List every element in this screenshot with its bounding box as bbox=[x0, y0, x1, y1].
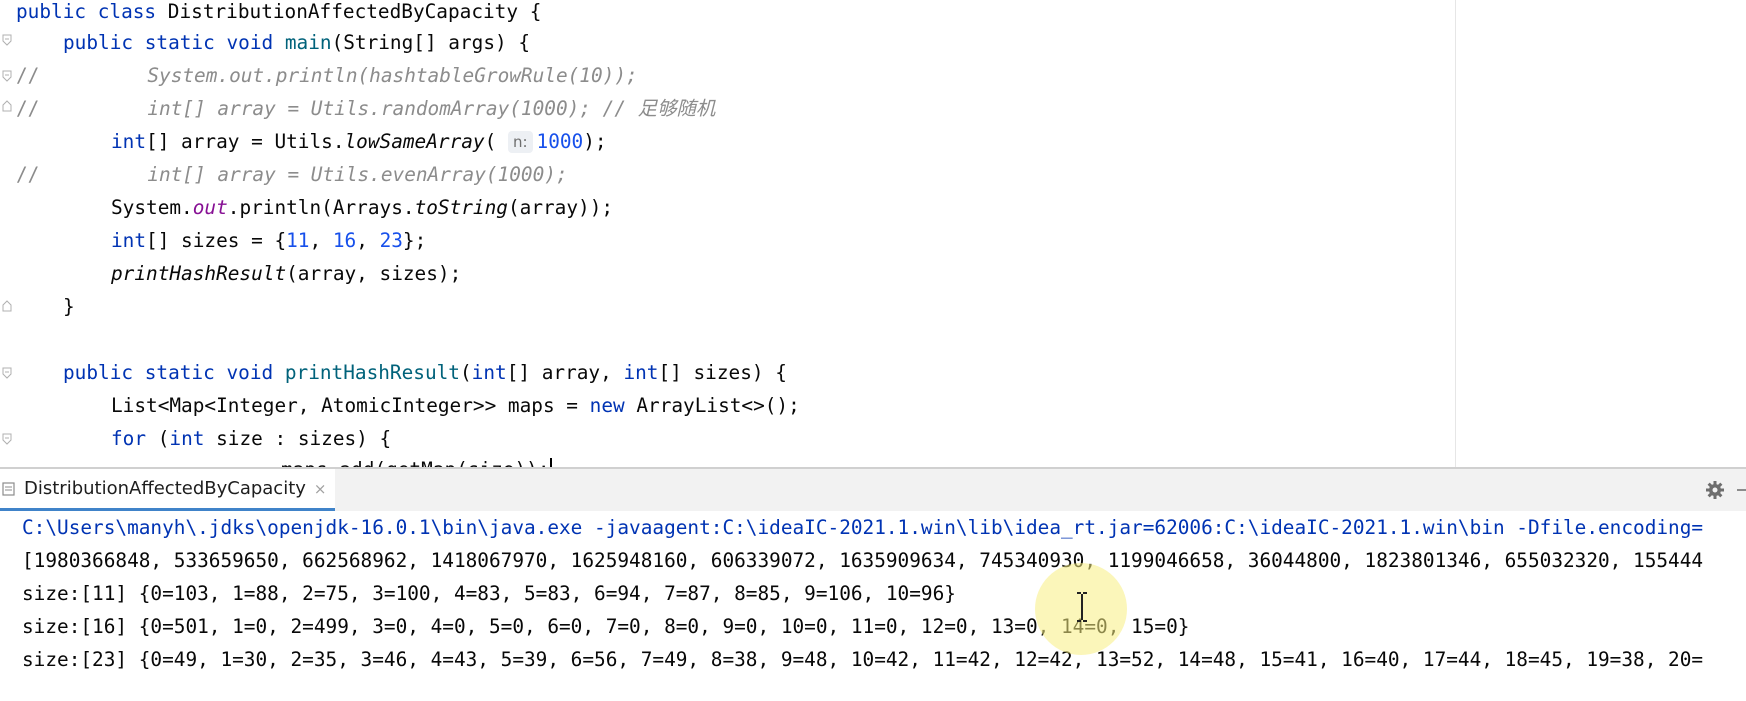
run-tab[interactable]: DistributionAffectedByCapacity × bbox=[0, 469, 335, 511]
code-line[interactable]: public static void printHashResult(int[]… bbox=[63, 356, 787, 389]
fold-marker-icon[interactable] bbox=[2, 367, 12, 379]
code-text: [] array = Utils. bbox=[146, 130, 345, 153]
code-text: size : sizes) { bbox=[204, 427, 392, 450]
method-name: lowSameArray bbox=[344, 130, 485, 153]
code-line[interactable]: } bbox=[63, 290, 75, 323]
comment-text: int[] array = Utils.randomArray(1000); /… bbox=[147, 97, 716, 120]
comment-text: System.out.println(hashtableGrowRule(10)… bbox=[147, 64, 638, 87]
run-config-icon bbox=[2, 481, 15, 496]
keyword: int bbox=[623, 361, 659, 384]
close-icon[interactable]: × bbox=[314, 480, 327, 498]
code-line[interactable]: System.out.println(Arrays.toString(array… bbox=[111, 191, 613, 224]
console-command-line[interactable]: C:\Users\manyh\.jdks\openjdk-16.0.1\bin\… bbox=[22, 511, 1703, 544]
code-text: { bbox=[518, 0, 542, 23]
method-name: toString bbox=[414, 196, 508, 219]
class-name: DistributionAffectedByCapacity bbox=[167, 0, 519, 23]
console-line: size:[23] {0=49, 1=30, 2=35, 3=46, 4=43,… bbox=[22, 648, 1704, 671]
console-line: [1980366848, 533659650, 662568962, 14180… bbox=[22, 549, 1704, 572]
fold-marker-icon[interactable] bbox=[2, 300, 12, 312]
number-literal: 1000 bbox=[536, 130, 584, 153]
code-text: ); bbox=[583, 130, 607, 153]
comment-slashes: // bbox=[16, 97, 40, 120]
code-text: ( bbox=[146, 427, 170, 450]
code-text: .println(Arrays. bbox=[227, 196, 415, 219]
fold-marker-icon[interactable] bbox=[2, 100, 12, 112]
keyword: int bbox=[111, 229, 147, 252]
comment-slashes: // bbox=[16, 64, 40, 87]
keyword: class bbox=[97, 0, 157, 23]
code-text: }; bbox=[402, 229, 427, 252]
number-literal: 16 bbox=[332, 229, 357, 252]
code-text: (String[] args) { bbox=[331, 31, 531, 54]
code-text: ArrayList<>(); bbox=[624, 394, 800, 417]
comment-slashes: // bbox=[16, 163, 40, 186]
keyword: public bbox=[63, 361, 134, 384]
keyword: for bbox=[111, 427, 147, 450]
code-text: ( bbox=[459, 361, 472, 384]
keyword: int bbox=[471, 361, 507, 384]
number-literal: 23 bbox=[379, 229, 403, 252]
run-tab-label: DistributionAffectedByCapacity bbox=[24, 478, 306, 499]
code-line[interactable]: public class DistributionAffectedByCapac… bbox=[16, 0, 541, 28]
console-line: size:[16] {0=501, 1=0, 2=499, 3=0, 4=0, … bbox=[22, 615, 1190, 638]
fold-marker-icon[interactable] bbox=[2, 70, 12, 82]
code-text: List<Map<Integer, AtomicInteger>> maps = bbox=[111, 394, 590, 417]
code-line[interactable]: printHashResult(array, sizes); bbox=[111, 257, 461, 290]
fold-marker-icon[interactable] bbox=[2, 433, 12, 445]
code-text: (array, sizes); bbox=[286, 262, 462, 285]
code-text: } bbox=[63, 295, 75, 318]
code-text: [] sizes = { bbox=[146, 229, 287, 252]
minimize-icon[interactable] bbox=[1737, 489, 1746, 491]
method-name: printHashResult bbox=[284, 361, 460, 384]
code-text: System. bbox=[111, 196, 193, 219]
static-field: out bbox=[192, 196, 228, 219]
keyword: static bbox=[144, 31, 215, 54]
editor-gutter[interactable] bbox=[0, 0, 14, 467]
fold-marker-icon[interactable] bbox=[2, 34, 12, 46]
code-editor[interactable]: public class DistributionAffectedByCapac… bbox=[0, 0, 1746, 467]
comment-text: int[] array = Utils.evenArray(1000); bbox=[147, 163, 568, 186]
code-line[interactable]: List<Map<Integer, AtomicInteger>> maps =… bbox=[111, 389, 800, 422]
keyword: void bbox=[226, 31, 274, 54]
gear-icon[interactable] bbox=[1705, 480, 1725, 500]
method-name: printHashResult bbox=[111, 262, 287, 285]
console-line: size:[11] {0=103, 1=88, 2=75, 3=100, 4=8… bbox=[22, 582, 956, 605]
keyword: public bbox=[16, 0, 87, 23]
code-text: (array)); bbox=[507, 196, 614, 219]
keyword: new bbox=[589, 394, 625, 417]
code-line[interactable]: // System.out.println(hashtableGrowRule(1… bbox=[16, 59, 638, 92]
parameter-hint: n: bbox=[507, 131, 533, 153]
method-name: main bbox=[284, 31, 332, 54]
code-text: , bbox=[356, 229, 380, 252]
code-line-partial[interactable]: maps.add(getMap(size)); bbox=[159, 453, 552, 467]
code-line[interactable]: for (int size : sizes) { bbox=[111, 422, 391, 455]
code-line[interactable]: int[] sizes = {11, 16, 23}; bbox=[111, 224, 426, 257]
code-text: [] sizes) { bbox=[658, 361, 787, 384]
run-tool-window-header: DistributionAffectedByCapacity × bbox=[0, 469, 1746, 512]
keyword: int bbox=[111, 130, 147, 153]
console-output[interactable]: C:\Users\manyh\.jdks\openjdk-16.0.1\bin\… bbox=[0, 511, 1746, 701]
right-margin-guide bbox=[1455, 0, 1456, 467]
code-line[interactable]: // int[] array = Utils.evenArray(1000); bbox=[16, 158, 568, 191]
number-literal: 11 bbox=[286, 229, 310, 252]
code-line[interactable]: public static void main(String[] args) { bbox=[63, 26, 530, 59]
code-text: maps.add(getMap(size)); bbox=[281, 458, 550, 467]
text-cursor-icon bbox=[1077, 592, 1087, 622]
code-text: [] array, bbox=[506, 361, 624, 384]
keyword: static bbox=[144, 361, 215, 384]
keyword: int bbox=[169, 427, 205, 450]
code-line[interactable]: int[] array = Utils.lowSameArray( n: 1000… bbox=[111, 125, 607, 158]
code-text: , bbox=[309, 229, 333, 252]
keyword: public bbox=[63, 31, 134, 54]
code-text: ( bbox=[484, 130, 497, 153]
keyword: void bbox=[226, 361, 274, 384]
code-line[interactable]: // int[] array = Utils.randomArray(1000);… bbox=[16, 92, 715, 125]
